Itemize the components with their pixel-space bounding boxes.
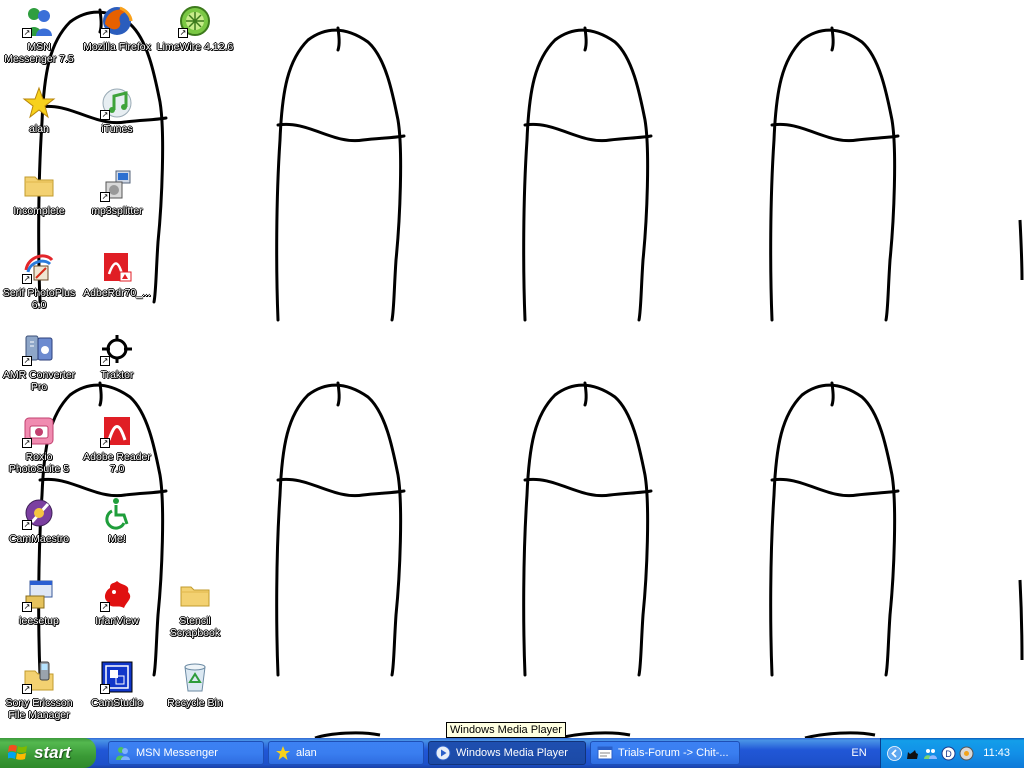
adobe-installer-icon	[100, 250, 134, 284]
windows-logo-icon	[8, 744, 27, 760]
desktop-icon-label: LimeWire 4.12.6	[156, 41, 234, 53]
desktop-icon-msn-messenger[interactable]: ↗ MSN Messenger 7.5	[0, 2, 78, 82]
adobe-reader-icon: ↗	[100, 414, 134, 448]
mp3splitter-icon: ↗	[100, 168, 134, 202]
media-player-icon	[435, 745, 451, 761]
start-label: start	[34, 743, 71, 762]
desktop-icon-alan[interactable]: alan	[0, 84, 78, 164]
desktop-icon-label: AdbeRdr70_...	[83, 287, 151, 299]
desktop-icon-label: Recycle Bin	[167, 697, 223, 709]
desktop-icon-label: Stencil Scrapbook	[169, 615, 221, 639]
desktop-icon-label: MSN Messenger 7.5	[4, 41, 74, 65]
desktop-icon-label: CamStudio	[91, 697, 143, 709]
desktop-icon-adobe-reader[interactable]: ↗ Adobe Reader 7.0	[78, 412, 156, 492]
traktor-icon: ↗	[100, 332, 134, 366]
desktop-icon-label: Roxio PhotoSuite 5	[8, 451, 70, 475]
svg-text:D: D	[945, 749, 952, 759]
desktop-icon-label: Incomplete	[13, 205, 65, 217]
taskbar: start MSN Messenger alan Windows Media P…	[0, 738, 1024, 768]
desktop-icon-ieesetup[interactable]: ↗ ieesetup	[0, 576, 78, 656]
desktop-icon-traktor[interactable]: ↗ Traktor	[78, 330, 156, 410]
star-icon	[22, 86, 56, 120]
desktop-icon-label: Mozilla Firefox	[83, 41, 151, 53]
desktop-icon-label: Serif PhotoPlus 6.0	[2, 287, 76, 311]
messenger-tray-icon[interactable]: D	[941, 746, 956, 761]
msn-messenger-icon: ↗	[22, 4, 56, 38]
taskbar-button-label: Trials-Forum -> Chit-...	[618, 747, 729, 759]
photoplus-icon: ↗	[22, 250, 56, 284]
show-hidden-arrow-icon[interactable]	[887, 745, 902, 761]
desktop-icon-stencil-scrapbook[interactable]: Stencil Scrapbook	[156, 576, 234, 656]
taskbar-button-label: MSN Messenger	[136, 747, 218, 759]
desktop-icon-camstudio[interactable]: ↗ CamStudio	[78, 658, 156, 738]
setup-icon: ↗	[22, 578, 56, 612]
desktop-icon-label: CamMaestro	[8, 533, 70, 545]
desktop-icon-label: Me!	[108, 533, 126, 545]
desktop-icon-label: Adobe Reader 7.0	[83, 451, 151, 475]
desktop-icon-amr-converter[interactable]: ↗ AMR Converter Pro	[0, 330, 78, 410]
folder-icon	[22, 168, 56, 202]
system-tray: D 11:43	[880, 738, 1024, 768]
desktop-icon-serif-photoplus[interactable]: ↗ Serif PhotoPlus 6.0	[0, 248, 78, 328]
accessibility-icon	[100, 496, 134, 530]
taskbar-button-trials-forum[interactable]: Trials-Forum -> Chit-...	[590, 741, 740, 765]
taskbar-button-alan[interactable]: alan	[268, 741, 424, 765]
camstudio-icon: ↗	[100, 660, 134, 694]
recycle-bin-icon	[178, 660, 212, 694]
desktop-icon-irfanview[interactable]: ↗ IrfanView	[78, 576, 156, 656]
desktop-icon-firefox[interactable]: ↗ Mozilla Firefox	[78, 2, 156, 82]
desktop-icon-label: iTunes	[101, 123, 133, 135]
desktop-icon-incomplete[interactable]: Incomplete	[0, 166, 78, 246]
desktop-icon-mp3splitter[interactable]: ↗ mp3splitter	[78, 166, 156, 246]
desktop-icon-label: ieesetup	[19, 615, 59, 627]
desktop-icon-recycle-bin[interactable]: Recycle Bin	[156, 658, 234, 738]
cat-icon[interactable]	[905, 746, 920, 761]
desktop-icon-roxio-photosuite[interactable]: ↗ Roxio PhotoSuite 5	[0, 412, 78, 492]
folder-icon	[178, 578, 212, 612]
desktop-icon-label: Traktor	[100, 369, 134, 381]
desktop-icon-limewire[interactable]: ↗ LimeWire 4.12.6	[156, 2, 234, 82]
roxio-icon: ↗	[22, 414, 56, 448]
taskbar-button-windows-media-player[interactable]: Windows Media Player	[428, 741, 586, 765]
msn-messenger-icon	[116, 747, 130, 760]
desktop-icon-adberdr-installer[interactable]: AdbeRdr70_...	[78, 248, 156, 328]
desktop-icon-label: Sony Ericsson File Manager	[5, 697, 73, 721]
phone-folder-icon: ↗	[22, 660, 56, 694]
desktop-icon-label: mp3splitter	[91, 205, 143, 217]
media-tray-icon[interactable]	[959, 746, 974, 761]
amr-converter-icon: ↗	[22, 332, 56, 366]
itunes-icon: ↗	[100, 86, 134, 120]
language-indicator[interactable]: EN	[840, 738, 878, 768]
desktop-icon-label: IrfanView	[95, 615, 139, 627]
cammaestro-icon: ↗	[22, 496, 56, 530]
desktop-icon-label: AMR Converter Pro	[2, 369, 76, 393]
desktop-icon-me[interactable]: Me!	[78, 494, 156, 574]
taskbar-button-label: Windows Media Player	[456, 747, 568, 759]
firefox-icon: ↗	[100, 4, 134, 38]
irfanview-icon: ↗	[100, 578, 134, 612]
browser-icon	[597, 746, 613, 760]
start-button[interactable]: start	[0, 738, 96, 768]
star-icon	[276, 746, 290, 760]
network-icon[interactable]	[923, 746, 938, 761]
taskbar-button-label: alan	[296, 747, 317, 759]
taskbar-tooltip: Windows Media Player	[446, 722, 566, 738]
desktop-icon-label: alan	[29, 123, 49, 135]
clock[interactable]: 11:43	[983, 747, 1010, 759]
limewire-icon: ↗	[178, 4, 212, 38]
desktop-icon-cammaestro[interactable]: ↗ CamMaestro	[0, 494, 78, 574]
desktop-icon-sony-ericsson[interactable]: ↗ Sony Ericsson File Manager	[0, 658, 78, 738]
taskbar-button-msn-messenger[interactable]: MSN Messenger	[108, 741, 264, 765]
desktop-icon-itunes[interactable]: ↗ iTunes	[78, 84, 156, 164]
